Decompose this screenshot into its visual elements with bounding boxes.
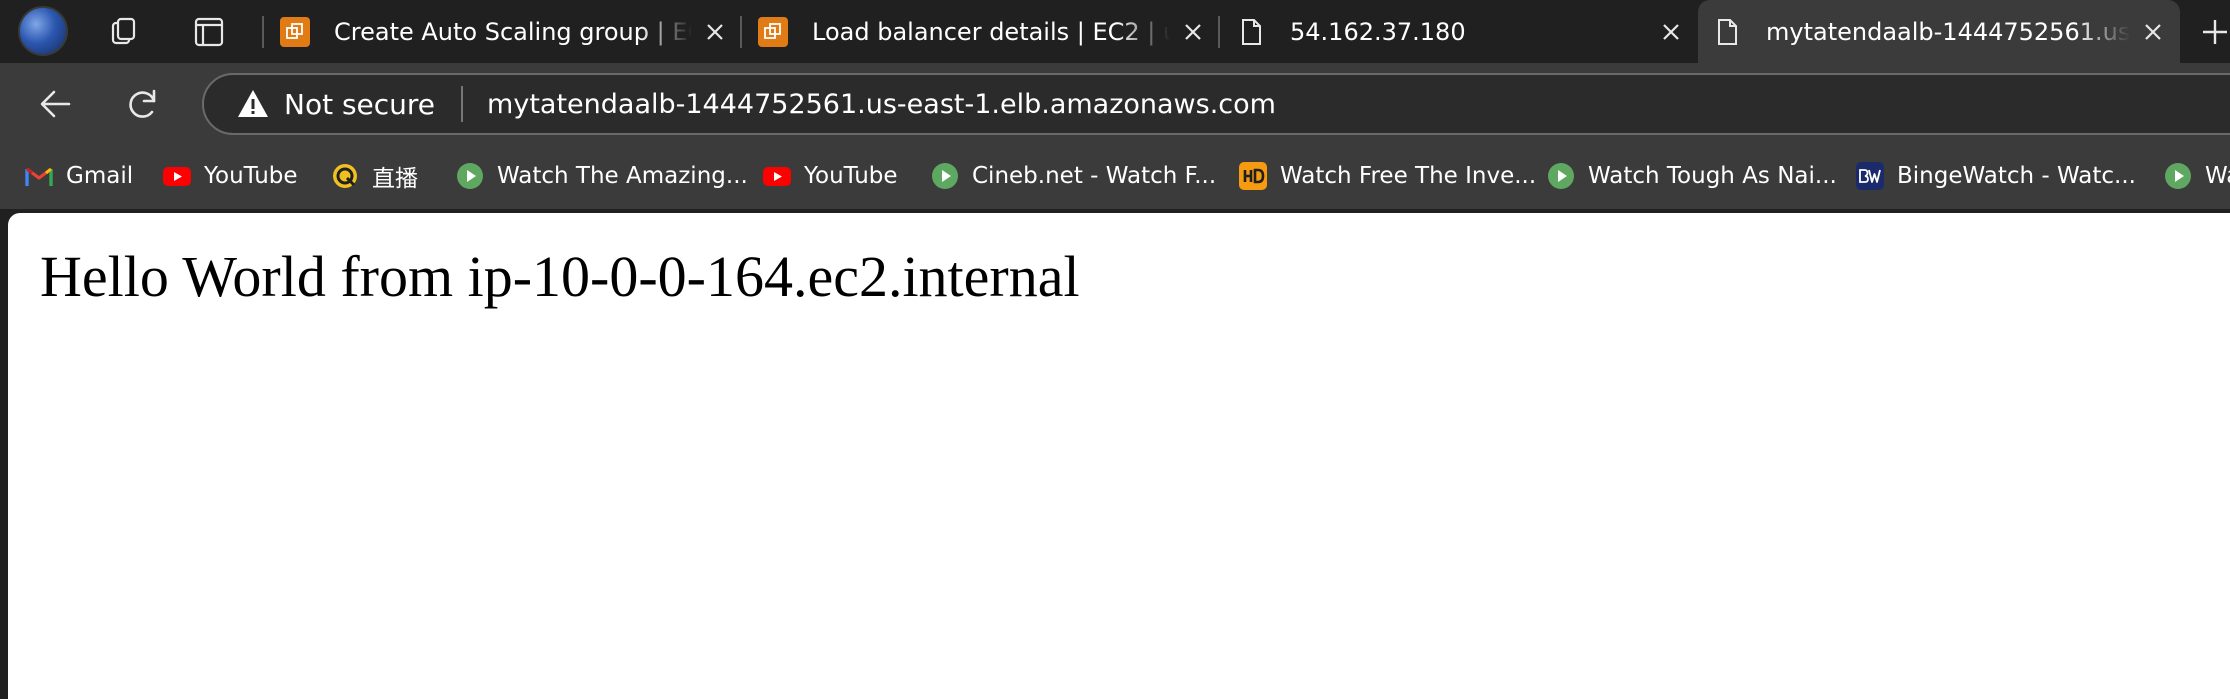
page-icon: [1718, 18, 1737, 45]
bookmark-label: BingeWatch - Watc...: [1897, 163, 2136, 189]
page-heading: Hello World from ip-10-0-0-164.ec2.inter…: [40, 244, 1080, 309]
youtube-icon: [763, 167, 791, 186]
bookmark-label: Watch The Amazing...: [497, 163, 748, 189]
back-button[interactable]: [33, 81, 79, 127]
tab-load-balancer-details[interactable]: Load balancer details | EC2 | us-east-1: [744, 0, 1220, 63]
bookmark-watch-tough[interactable]: Watch Tough As Nai...: [1546, 158, 1837, 194]
play-icon: [457, 163, 483, 189]
refresh-button[interactable]: [120, 81, 166, 127]
tab-title: Load balancer details | EC2 | us-east-1: [812, 17, 1170, 46]
close-tab-icon[interactable]: [1182, 21, 1204, 43]
bookmark-label: 直播: [372, 166, 418, 192]
gmail-icon: [25, 167, 53, 186]
bookmark-watch-amazing[interactable]: Watch The Amazing...: [455, 158, 748, 194]
bookmarks-bar: Gmail YouTube 直播 Watch The Amazing... Yo…: [0, 143, 2230, 209]
bookmark-cineb[interactable]: Cineb.net - Watch F...: [930, 158, 1216, 194]
address-bar[interactable]: Not secure mytatendaalb-1444752561.us-ea…: [202, 73, 2230, 135]
profile-avatar[interactable]: [18, 6, 68, 56]
security-status-label[interactable]: Not secure: [284, 88, 435, 121]
bookmark-label: Watch Tough As Nai...: [1588, 163, 1837, 189]
refresh-icon: [129, 89, 156, 118]
back-arrow-icon: [40, 90, 71, 118]
close-tab-icon[interactable]: [2142, 21, 2164, 43]
bookmark-bingewatch[interactable]: BingeWatch - Watc...: [1855, 158, 2136, 194]
workspaces-icon: [111, 17, 136, 45]
bookmark-label: Wa: [2205, 163, 2230, 189]
tab-title: Create Auto Scaling group | EC2 | us-eas…: [334, 17, 692, 46]
bookmark-gmail[interactable]: Gmail: [24, 158, 133, 194]
bookmark-watch-free[interactable]: Watch Free The Inve...: [1238, 158, 1536, 194]
tab-create-auto-scaling[interactable]: Create Auto Scaling group | EC2 | us-eas…: [266, 0, 742, 63]
tab-ip-address[interactable]: 54.162.37.180: [1222, 0, 1698, 63]
tab-title: 54.162.37.180: [1290, 17, 1466, 46]
tab-mytatendaalb[interactable]: mytatendaalb-1444752561.us-east-1.elb.am…: [1698, 0, 2180, 63]
page-icon: [1242, 18, 1261, 45]
warning-icon[interactable]: [236, 87, 270, 121]
youtube-icon: [163, 167, 191, 186]
workspaces-button[interactable]: [102, 10, 146, 54]
bookmark-label: YouTube: [804, 163, 898, 189]
play-icon: [932, 163, 958, 189]
close-tab-icon[interactable]: [1660, 21, 1682, 43]
tab-actions-icon: [194, 17, 224, 47]
hd-icon: [1239, 162, 1267, 190]
bw-icon: [1856, 162, 1884, 190]
bookmark-label: Gmail: [66, 163, 134, 189]
live-icon: [333, 164, 357, 188]
bookmark-youtube[interactable]: YouTube: [162, 158, 298, 194]
tab-title: mytatendaalb-1444752561.us-east-1.elb.am…: [1766, 17, 2130, 46]
aws-ec2-icon: [758, 16, 788, 47]
bookmark-overflow[interactable]: Wa: [2163, 158, 2230, 194]
bookmark-live[interactable]: 直播: [330, 158, 418, 194]
bookmark-label: Cineb.net - Watch F...: [972, 163, 1217, 189]
tab-divider: [262, 16, 264, 48]
play-icon: [1548, 163, 1574, 189]
vertical-tabs-button[interactable]: [187, 10, 231, 54]
close-tab-icon[interactable]: [704, 21, 726, 43]
url-text[interactable]: mytatendaalb-1444752561.us-east-1.elb.am…: [487, 89, 1276, 120]
address-divider: [461, 86, 464, 122]
aws-ec2-icon: [280, 16, 310, 47]
browser-toolbar: Not secure mytatendaalb-1444752561.us-ea…: [0, 63, 2230, 143]
page-content: Hello World from ip-10-0-0-164.ec2.inter…: [8, 213, 2230, 699]
bookmark-youtube-2[interactable]: YouTube: [762, 158, 898, 194]
play-icon: [2165, 163, 2191, 189]
tab-strip: Create Auto Scaling group | EC2 | us-eas…: [0, 0, 2230, 63]
new-tab-icon[interactable]: [2195, 10, 2230, 54]
bookmark-label: Watch Free The Inve...: [1280, 163, 1537, 189]
bookmark-label: YouTube: [204, 163, 298, 189]
